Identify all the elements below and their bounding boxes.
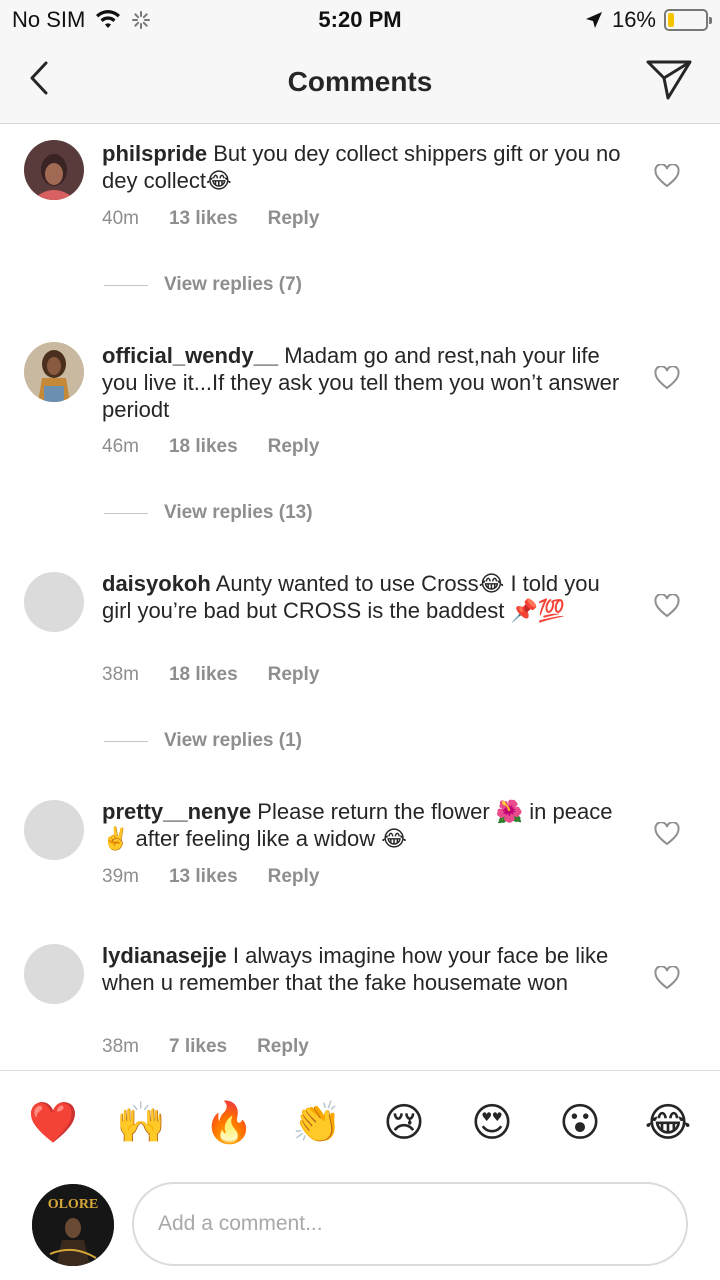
view-replies-button[interactable]: View replies (13) <box>104 502 313 524</box>
avatar[interactable] <box>24 944 84 1004</box>
reply-button[interactable]: Reply <box>257 1036 309 1058</box>
comment-likes[interactable]: 18 likes <box>169 664 238 686</box>
avatar-logo-text: OLORE <box>48 1197 99 1212</box>
tears-of-joy-emoji-button[interactable]: 😂 <box>644 1099 692 1147</box>
avatar[interactable] <box>24 572 84 632</box>
emoji-reaction-bar: ❤️ 🙌 🔥 👏 😢 😍 😮 😂 <box>0 1070 720 1174</box>
view-replies-button[interactable]: View replies (1) <box>104 730 302 752</box>
comment-username[interactable]: pretty__nenye <box>102 799 251 824</box>
like-heart-icon[interactable] <box>654 822 680 846</box>
comment-likes[interactable]: 13 likes <box>169 208 238 230</box>
comment-time: 40m <box>102 208 139 229</box>
status-bar: No SIM 5:20 PM 16% <box>0 0 720 40</box>
page-title: Comments <box>287 66 433 97</box>
comment-username[interactable]: official_wendy__ <box>102 343 278 368</box>
status-right: 16% <box>584 7 712 33</box>
comment-username[interactable]: lydianasejje <box>102 943 227 968</box>
surprised-face-emoji-button[interactable]: 😮 <box>556 1099 604 1147</box>
comment-text: lydianasejje I always imagine how your f… <box>102 942 622 996</box>
reply-button[interactable]: Reply <box>268 436 320 458</box>
header: Comments <box>0 40 720 124</box>
comment-text: daisyokoh Aunty wanted to use Cross😂 I t… <box>102 570 622 624</box>
heart-eyes-emoji-button[interactable]: 😍 <box>468 1099 516 1147</box>
view-replies-button[interactable]: View replies (7) <box>104 274 302 296</box>
fire-emoji-button[interactable]: 🔥 <box>204 1099 254 1147</box>
view-replies-label: View replies (13) <box>164 502 313 523</box>
crying-face-emoji-button[interactable]: 😢 <box>380 1099 428 1147</box>
avatar[interactable] <box>24 800 84 860</box>
clapping-hands-emoji-button[interactable]: 👏 <box>292 1099 342 1147</box>
comment-time: 38m <box>102 1036 139 1057</box>
comment-meta: 38m 7 likes Reply <box>102 1036 309 1058</box>
comment-time: 46m <box>102 436 139 457</box>
avatar[interactable] <box>24 342 84 402</box>
comment-meta: 38m 18 likes Reply <box>102 664 319 686</box>
comment-composer: OLORE <box>0 1174 720 1280</box>
comment-meta: 46m 18 likes Reply <box>102 436 319 458</box>
red-heart-emoji-button[interactable]: ❤️ <box>28 1099 78 1147</box>
view-replies-label: View replies (7) <box>164 274 302 295</box>
my-avatar: OLORE <box>32 1184 114 1266</box>
like-heart-icon[interactable] <box>654 966 680 990</box>
battery-icon <box>664 9 712 31</box>
divider <box>104 284 148 286</box>
comment-username[interactable]: daisyokoh <box>102 571 211 596</box>
like-heart-icon[interactable] <box>654 594 680 618</box>
raising-hands-emoji-button[interactable]: 🙌 <box>116 1099 166 1147</box>
like-heart-icon[interactable] <box>654 164 680 188</box>
comment-likes[interactable]: 13 likes <box>169 866 238 888</box>
battery-level <box>668 13 674 27</box>
comment-text: pretty__nenye Please return the flower 🌺… <box>102 798 622 852</box>
view-replies-label: View replies (1) <box>164 730 302 751</box>
comment-likes[interactable]: 7 likes <box>169 1036 227 1058</box>
divider <box>104 512 148 514</box>
comment-meta: 39m 13 likes Reply <box>102 866 319 888</box>
reply-button[interactable]: Reply <box>268 208 320 230</box>
avatar-image: OLORE <box>32 1184 114 1266</box>
reply-button[interactable]: Reply <box>268 664 320 686</box>
location-arrow-icon <box>585 12 602 28</box>
send-button[interactable] <box>644 56 694 102</box>
comment-likes[interactable]: 18 likes <box>169 436 238 458</box>
comment-username[interactable]: philspride <box>102 141 207 166</box>
comment-input[interactable] <box>132 1182 688 1266</box>
avatar[interactable] <box>24 140 84 200</box>
comment-text: official_wendy__ Madam go and rest,nah y… <box>102 342 622 423</box>
comment-meta: 40m 13 likes Reply <box>102 208 319 230</box>
reply-button[interactable]: Reply <box>268 866 320 888</box>
comment-time: 38m <box>102 664 139 685</box>
like-heart-icon[interactable] <box>654 366 680 390</box>
battery-percent: 16% <box>611 7 656 32</box>
comment-time: 39m <box>102 866 139 887</box>
divider <box>104 740 148 742</box>
comment-text: philspride But you dey collect shippers … <box>102 140 622 194</box>
